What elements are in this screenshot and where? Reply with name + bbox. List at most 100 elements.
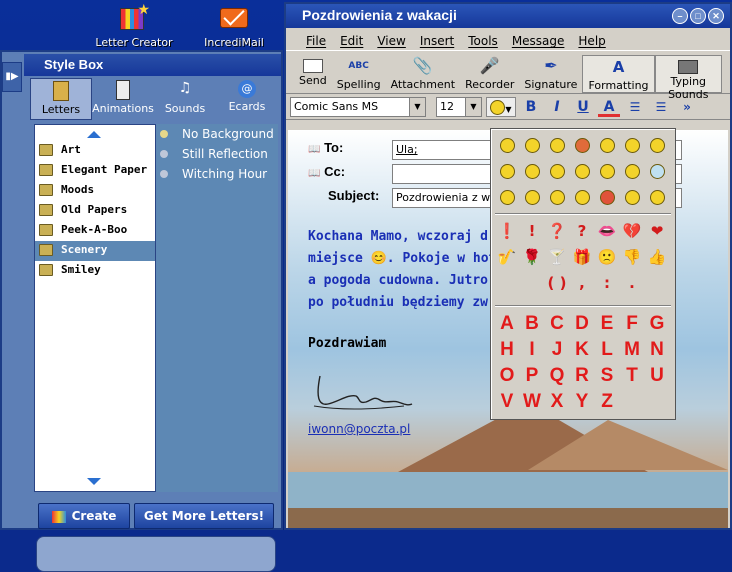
- letter-emoticon[interactable]: H: [495, 337, 519, 362]
- letter-emoticon[interactable]: O: [495, 363, 519, 388]
- confused-smiley-icon[interactable]: [620, 159, 644, 184]
- sleepy-smiley-icon[interactable]: [495, 185, 519, 210]
- bullet-list-icon[interactable]: ☰: [650, 97, 672, 117]
- emoticon-symbol[interactable]: [495, 271, 519, 296]
- menu-edit[interactable]: Edit: [340, 34, 363, 50]
- emoticon-symbol[interactable]: 🎁: [570, 245, 594, 270]
- get-more-letters-button[interactable]: Get More Letters!: [134, 503, 274, 529]
- smiley-icon[interactable]: [495, 133, 519, 158]
- letter-emoticon[interactable]: B: [520, 311, 544, 336]
- surprised-smiley-icon[interactable]: [645, 133, 669, 158]
- tab-letters[interactable]: Letters: [30, 78, 92, 120]
- letter-emoticon[interactable]: A: [495, 311, 519, 336]
- more-options-icon[interactable]: »: [676, 97, 698, 117]
- menu-view[interactable]: View: [377, 34, 405, 50]
- love-smiley-icon[interactable]: [520, 185, 544, 210]
- letter-emoticon[interactable]: D: [570, 311, 594, 336]
- grin-smiley-icon[interactable]: [595, 133, 619, 158]
- tongue-smiley-icon[interactable]: [520, 159, 544, 184]
- menu-message[interactable]: Message: [512, 34, 565, 50]
- menu-tools[interactable]: Tools: [468, 34, 498, 50]
- emoticon-symbol[interactable]: [520, 271, 544, 296]
- list-item[interactable]: No Background: [156, 124, 278, 144]
- numbered-list-icon[interactable]: ☰: [624, 97, 646, 117]
- emoticon-symbol[interactable]: 👄: [595, 219, 619, 244]
- tab-ecards[interactable]: @ Ecards: [216, 78, 278, 120]
- letter-emoticon[interactable]: U: [645, 363, 669, 388]
- category-item[interactable]: Elegant Paper: [35, 161, 155, 181]
- letter-emoticon[interactable]: E: [595, 311, 619, 336]
- crying-smiley-icon[interactable]: [595, 159, 619, 184]
- category-item[interactable]: Scenery: [35, 241, 155, 261]
- letter-emoticon[interactable]: L: [595, 337, 619, 362]
- emoticon-symbol[interactable]: !: [520, 219, 544, 244]
- letter-emoticon[interactable]: F: [620, 311, 644, 336]
- attachment-button[interactable]: 📎 Attachment: [386, 55, 461, 93]
- letter-emoticon[interactable]: K: [570, 337, 594, 362]
- send-button[interactable]: Send: [294, 55, 332, 93]
- menu-insert[interactable]: Insert: [420, 34, 454, 50]
- silly-smiley-icon[interactable]: [645, 185, 669, 210]
- scroll-up-button[interactable]: [35, 125, 155, 141]
- devil-smiley-icon[interactable]: [595, 185, 619, 210]
- emoticon-symbol[interactable]: 🎷: [495, 245, 519, 270]
- emoticon-symbol[interactable]: ,: [570, 271, 594, 296]
- letter-creator-desktop-icon[interactable]: ★ Letter Creator: [86, 2, 182, 49]
- emoticon-symbol[interactable]: ❓: [545, 219, 569, 244]
- category-item[interactable]: Moods: [35, 181, 155, 201]
- emoticon-symbol[interactable]: .: [620, 271, 644, 296]
- menu-file[interactable]: File: [306, 34, 326, 50]
- maximize-button[interactable]: □: [690, 8, 706, 24]
- italic-button[interactable]: I: [546, 97, 568, 117]
- letter-emoticon[interactable]: G: [645, 311, 669, 336]
- yawn-smiley-icon[interactable]: [620, 185, 644, 210]
- letter-emoticon[interactable]: S: [595, 363, 619, 388]
- nerd-smiley-icon[interactable]: [645, 159, 669, 184]
- category-item[interactable]: Peek-A-Boo: [35, 221, 155, 241]
- letter-emoticon[interactable]: C: [545, 311, 569, 336]
- create-button[interactable]: Create: [38, 503, 130, 529]
- emoticon-symbol[interactable]: ❗: [495, 219, 519, 244]
- emoticon-symbol[interactable]: ?: [570, 219, 594, 244]
- scroll-down-button[interactable]: [35, 475, 155, 491]
- emoticon-button[interactable]: ▼: [486, 96, 516, 117]
- category-item[interactable]: Art: [35, 141, 155, 161]
- letter-emoticon[interactable]: Q: [545, 363, 569, 388]
- font-size-select[interactable]: 12 ▼: [436, 96, 482, 117]
- letter-emoticon[interactable]: Z: [595, 389, 619, 414]
- emoticon-symbol[interactable]: 🙁: [595, 245, 619, 270]
- emoticon-symbol[interactable]: :: [595, 271, 619, 296]
- category-item[interactable]: Smiley: [35, 261, 155, 281]
- close-button[interactable]: ✕: [708, 8, 724, 24]
- signature-button[interactable]: ✒ Signature: [519, 55, 582, 93]
- list-item[interactable]: Still Reflection: [156, 144, 278, 164]
- font-color-button[interactable]: A: [598, 97, 620, 117]
- style-box-collapse-handle[interactable]: ▮▶: [2, 62, 22, 92]
- letter-emoticon[interactable]: X: [545, 389, 569, 414]
- minimize-button[interactable]: –: [672, 8, 688, 24]
- letter-emoticon[interactable]: T: [620, 363, 644, 388]
- letter-emoticon[interactable]: M: [620, 337, 644, 362]
- list-item[interactable]: Witching Hour: [156, 164, 278, 184]
- letter-emoticon[interactable]: V: [495, 389, 519, 414]
- category-item[interactable]: Old Papers: [35, 201, 155, 221]
- email-link[interactable]: iwonn@poczta.pl: [308, 422, 410, 436]
- letter-emoticon[interactable]: Y: [570, 389, 594, 414]
- spelling-button[interactable]: ABC Spelling: [332, 55, 386, 93]
- tab-animations[interactable]: Animations: [92, 78, 154, 120]
- formatting-button[interactable]: A Formatting: [582, 55, 655, 93]
- sad-smiley-icon[interactable]: [620, 133, 644, 158]
- letter-emoticon[interactable]: P: [520, 363, 544, 388]
- sunglasses-smiley-icon[interactable]: [545, 185, 569, 210]
- letter-emoticon[interactable]: J: [545, 337, 569, 362]
- emoticon-symbol[interactable]: ( ): [545, 271, 569, 296]
- kiss-smiley-icon[interactable]: [545, 159, 569, 184]
- shocked-smiley-icon[interactable]: [570, 159, 594, 184]
- emoticon-symbol[interactable]: 🌹: [520, 245, 544, 270]
- letter-emoticon[interactable]: N: [645, 337, 669, 362]
- laughing-smiley-icon[interactable]: [520, 133, 544, 158]
- incredimail-desktop-icon[interactable]: IncrediMail: [186, 2, 282, 49]
- wink-smiley-icon[interactable]: [545, 133, 569, 158]
- emoticon-symbol[interactable]: ❤: [645, 219, 669, 244]
- emoticon-symbol[interactable]: 💔: [620, 219, 644, 244]
